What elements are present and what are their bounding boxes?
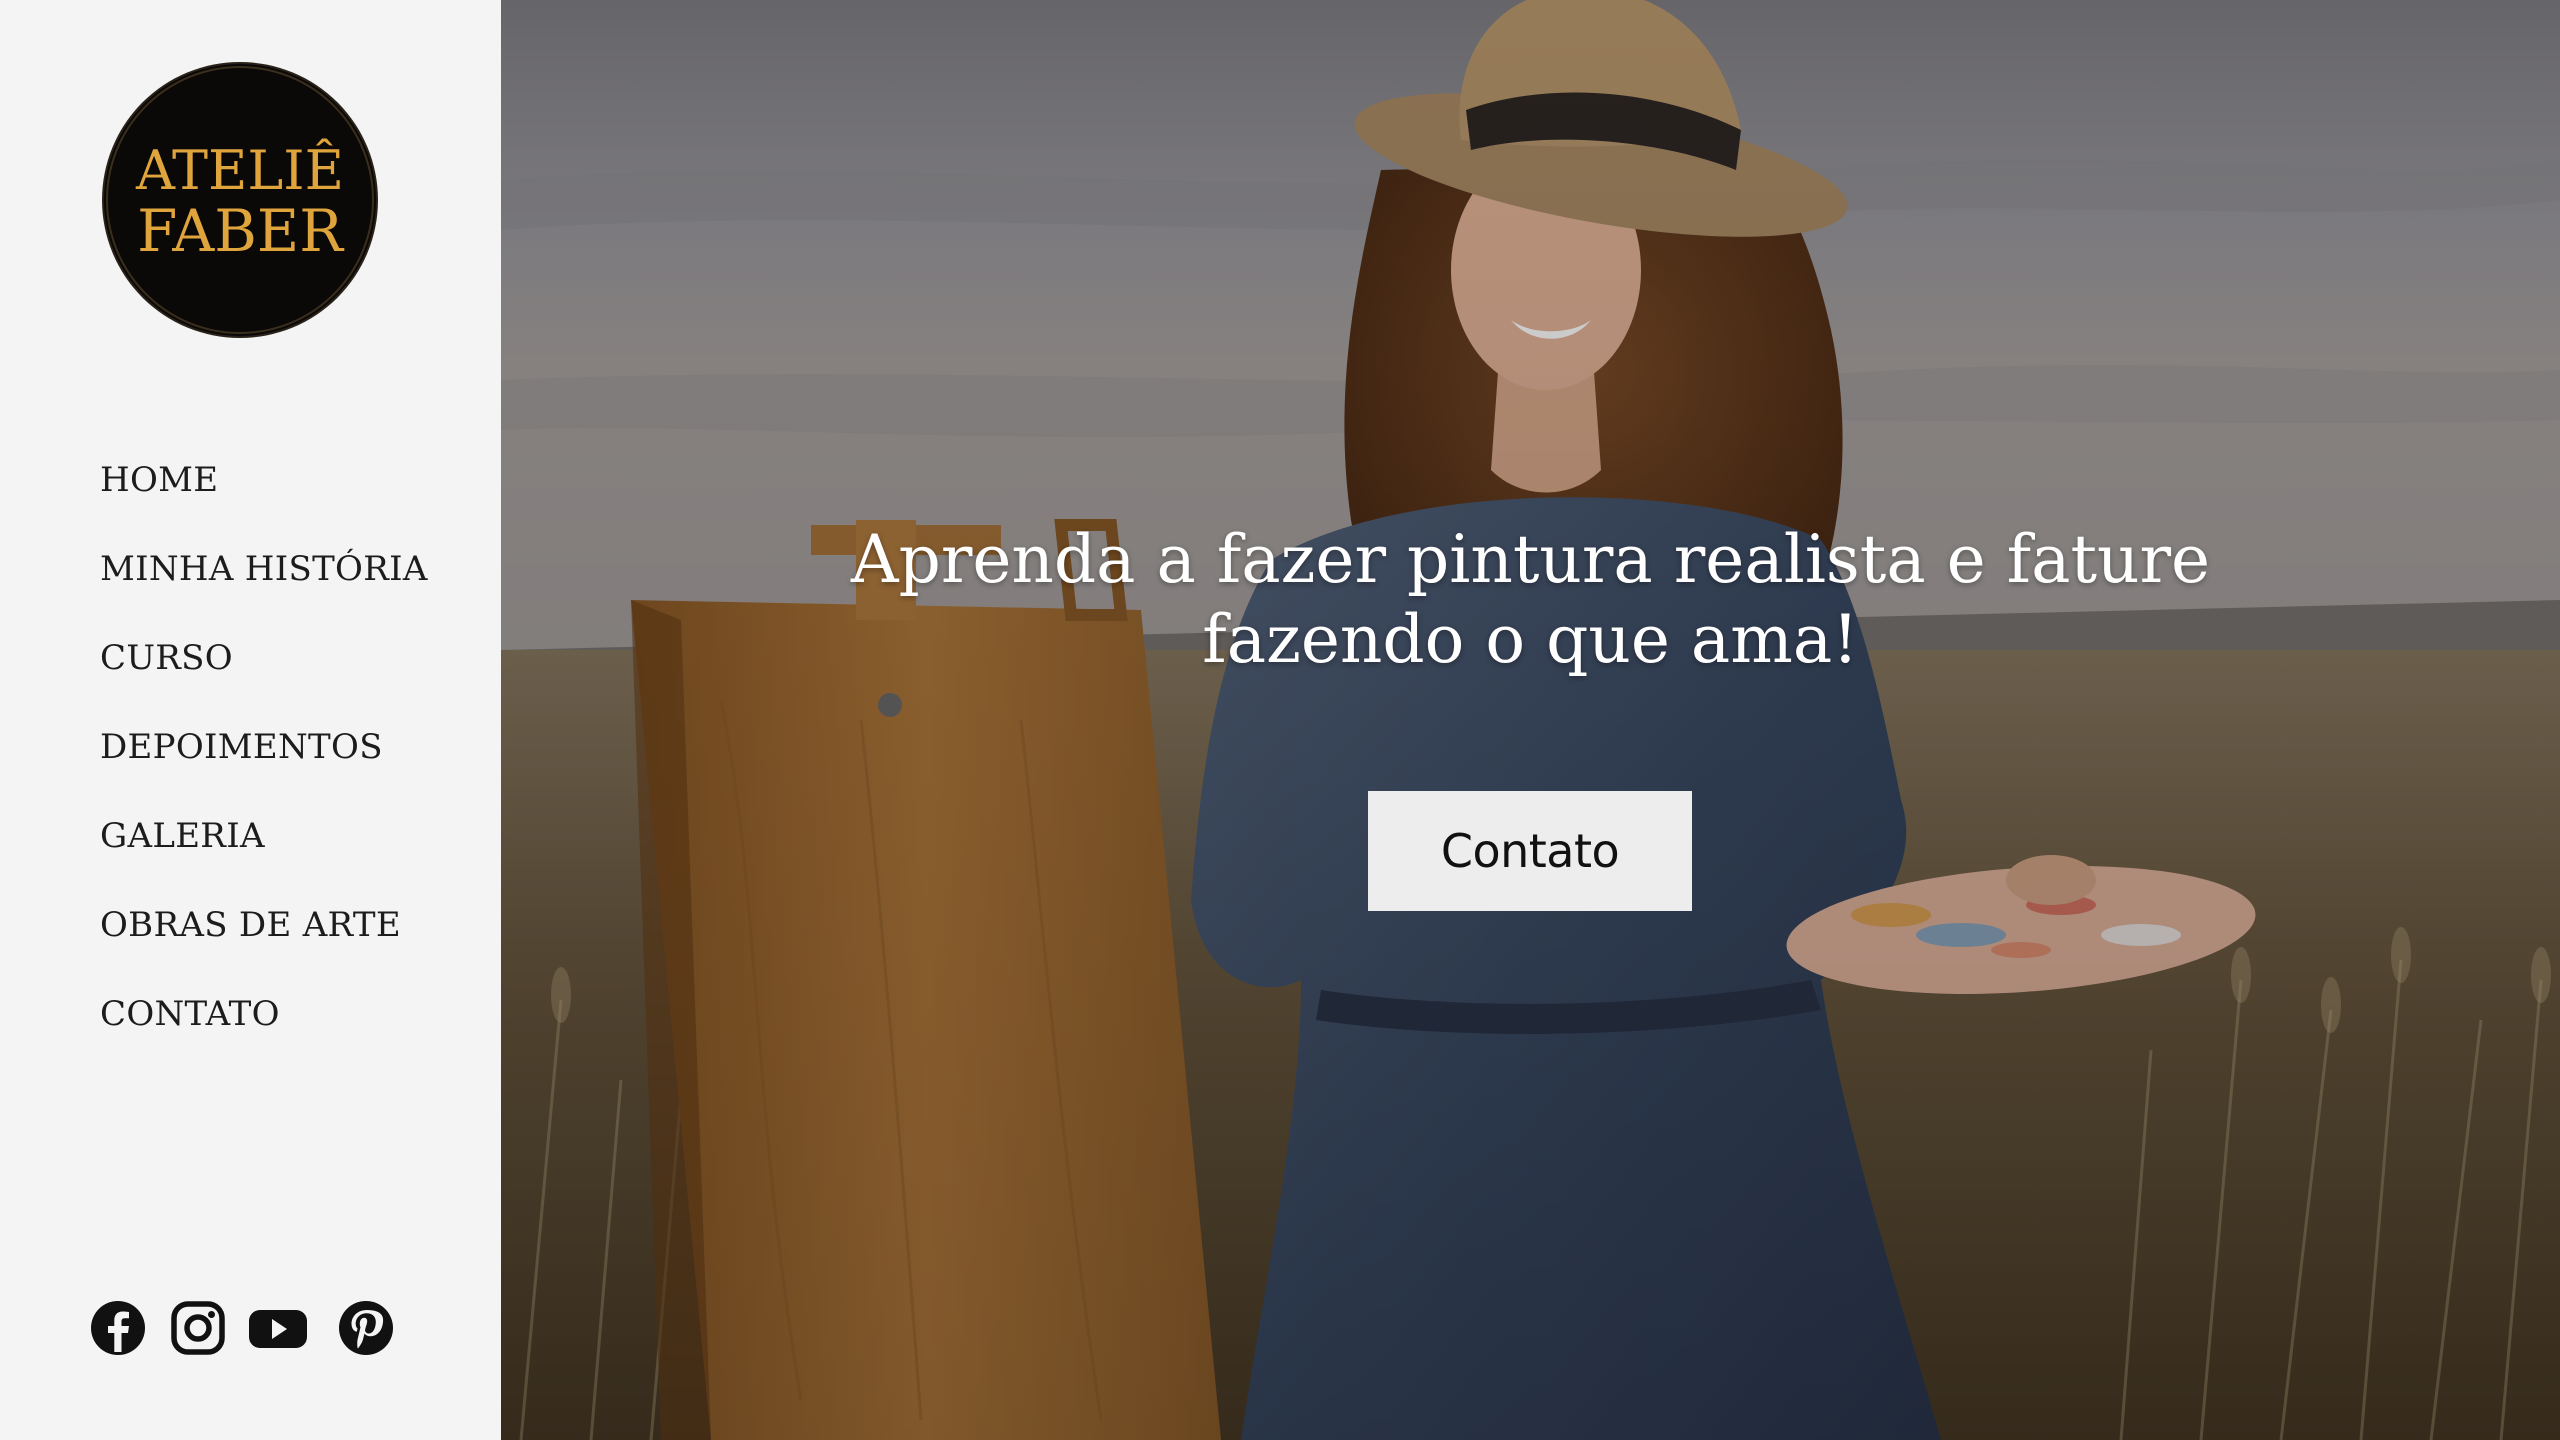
contact-button[interactable]: Contato bbox=[1368, 791, 1692, 911]
brand-logo[interactable]: ATELIÊ FABER bbox=[104, 64, 376, 336]
hero-headline: Aprenda a fazer pintura realista e fatur… bbox=[501, 520, 2560, 680]
instagram-icon[interactable] bbox=[168, 1298, 228, 1358]
nav-item-depoimentos[interactable]: DEPOIMENTOS bbox=[100, 722, 428, 811]
main-nav: HOME MINHA HISTÓRIA CURSO DEPOIMENTOS GA… bbox=[100, 455, 428, 1078]
pinterest-icon[interactable] bbox=[336, 1298, 396, 1358]
hero-headline-line-2: fazendo o que ama! bbox=[1202, 601, 1859, 678]
hero-section: Aprenda a fazer pintura realista e fatur… bbox=[501, 0, 2560, 1440]
logo-emblem: ATELIÊ FABER bbox=[106, 66, 374, 334]
logo-line-2: FABER bbox=[137, 197, 345, 265]
nav-item-contato[interactable]: CONTATO bbox=[100, 989, 428, 1078]
youtube-icon[interactable] bbox=[248, 1298, 308, 1358]
facebook-icon[interactable] bbox=[88, 1298, 148, 1358]
hero-background-image bbox=[501, 0, 2560, 1440]
nav-item-obras-de-arte[interactable]: OBRAS DE ARTE bbox=[100, 900, 428, 989]
logo-line-1: ATELIÊ bbox=[135, 138, 344, 202]
nav-item-minha-historia[interactable]: MINHA HISTÓRIA bbox=[100, 544, 428, 633]
nav-item-galeria[interactable]: GALERIA bbox=[100, 811, 428, 900]
nav-item-curso[interactable]: CURSO bbox=[100, 633, 428, 722]
sidebar: ATELIÊ FABER HOME MINHA HISTÓRIA CURSO D… bbox=[0, 0, 501, 1440]
hero-headline-line-1: Aprenda a fazer pintura realista e fatur… bbox=[850, 521, 2211, 598]
page: ATELIÊ FABER HOME MINHA HISTÓRIA CURSO D… bbox=[0, 0, 2560, 1440]
nav-item-home[interactable]: HOME bbox=[100, 455, 428, 544]
